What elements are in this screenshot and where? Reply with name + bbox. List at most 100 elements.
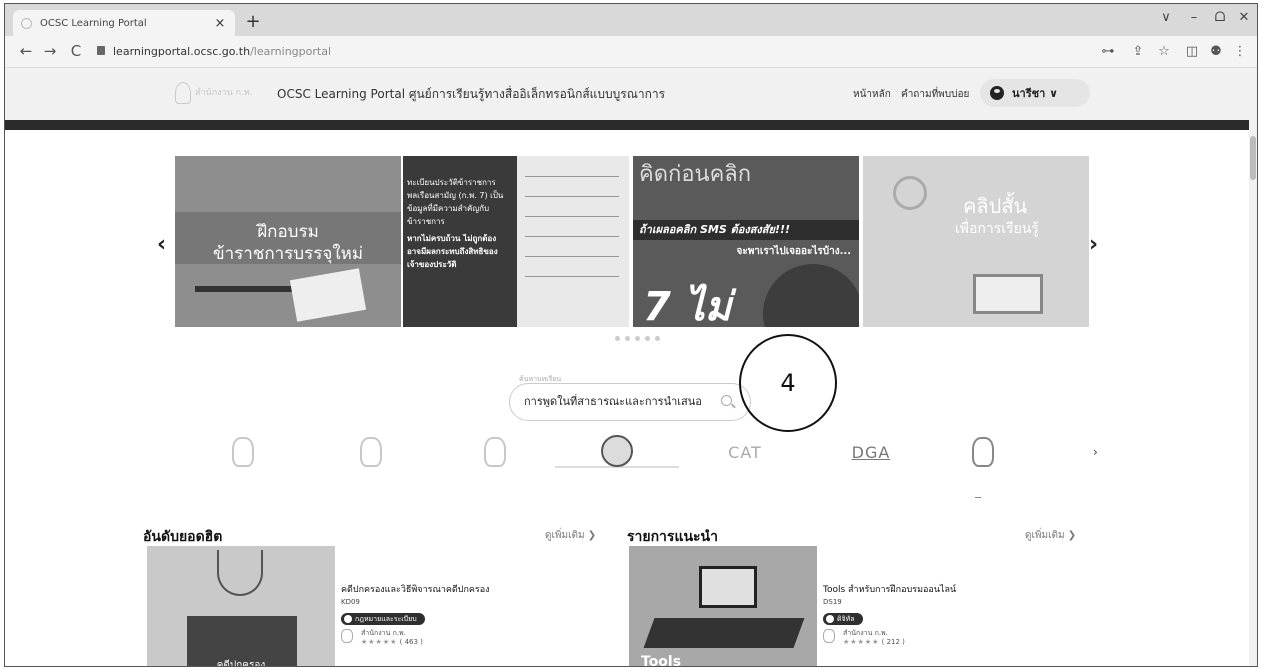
banner2-form-line	[525, 276, 619, 277]
nav-faq-link[interactable]: คำถามที่พบบ่อย	[901, 87, 969, 102]
minimize-button[interactable]: –	[1183, 10, 1205, 25]
carousel-dot[interactable]	[615, 336, 620, 341]
site-title: OCSC Learning Portal ศูนย์การเรียนรู้ทาง…	[277, 87, 666, 101]
banner1-document-icon	[289, 268, 367, 322]
recommended-see-more-link[interactable]: ดูเพิ่มเติม ❯	[1025, 528, 1076, 543]
partner-logo[interactable]	[231, 436, 255, 468]
forward-button[interactable]: →	[41, 42, 59, 60]
new-tab-button[interactable]: +	[243, 11, 263, 32]
partner-logo-cat[interactable]: CAT	[721, 436, 769, 468]
close-window-button[interactable]: ✕	[1233, 10, 1255, 25]
course-card-info: คดีปกครองและวิธีพิจารณาคดีปกครอง KD09 กฎ…	[341, 582, 490, 647]
banner-new-civil-servants[interactable]: ฝึกอบรม ข้าราชการบรรจุใหม่	[175, 156, 401, 327]
search-box[interactable]	[509, 383, 751, 421]
carousel-dot[interactable]	[625, 336, 630, 341]
cat-logo-text: CAT	[728, 442, 762, 462]
nav-home-link[interactable]: หน้าหลัก	[853, 87, 891, 102]
back-button[interactable]: ←	[17, 42, 35, 60]
course-code: KD09	[341, 598, 360, 606]
banner2-text2: หากไม่ครบถ้วน ไม่ถูกต้อง อาจมีผลกระทบถึง…	[407, 234, 498, 269]
ocsc-logo[interactable]: สำนักงาน ก.พ.	[175, 82, 253, 104]
carousel-dot[interactable]	[635, 336, 640, 341]
category-badge: ดิจิทัล	[823, 613, 863, 625]
laptop-icon	[973, 274, 1043, 314]
banner3-subtitle: จะพาเราไปเจออะไรบ้าง...	[736, 246, 851, 257]
divider	[975, 497, 981, 498]
banner-personnel-record[interactable]: ทะเบียนประวัติข้าราชการพลเรือนสามัญ (ก.พ…	[403, 156, 629, 327]
banner3-heading: คิดก่อนคลิก	[639, 162, 752, 187]
restore-button[interactable]: ᗝ	[1209, 10, 1231, 25]
scrollbar-thumb[interactable]	[1250, 136, 1256, 180]
carousel-dots	[615, 336, 660, 341]
partner-logo[interactable]	[971, 436, 995, 468]
popular-section-title: อันดับยอดฮิต	[143, 529, 223, 545]
workstation-graphic	[643, 618, 805, 648]
banner2-form-line	[525, 236, 619, 237]
site-header: สำนักงาน ก.พ. OCSC Learning Portal ศูนย์…	[5, 68, 1251, 120]
search-icon[interactable]	[721, 395, 732, 406]
search-input[interactable]	[524, 394, 714, 407]
step-annotation-circle: 4	[739, 334, 837, 432]
provider-text: สำนักงาน ก.พ. ★★★★★ ( 463 )	[361, 629, 423, 647]
carousel-prev-button[interactable]: ‹	[157, 232, 166, 257]
banner-sms-phishing[interactable]: คิดก่อนคลิก ถ้าเผลอคลิก SMS ต้องสงสัย!!!…	[633, 156, 859, 327]
dga-logo-text: DGA	[851, 442, 891, 462]
profile-icon[interactable]: ⚉	[1207, 44, 1225, 59]
rating-stars: ★★★★★	[361, 638, 398, 646]
provider-emblem-icon	[341, 629, 353, 643]
justice-scale-icon	[217, 550, 263, 596]
url-path: /learningportal	[250, 45, 332, 58]
lightbulb-icon	[893, 176, 927, 210]
partner-logo-active[interactable]	[555, 435, 679, 468]
review-count: ( 212 )	[881, 638, 905, 646]
course-title[interactable]: Tools สำหรับการฝึกอบรมออนไลน์	[823, 582, 956, 596]
tab-close-icon[interactable]: ×	[213, 16, 227, 31]
browser-tab[interactable]: OCSC Learning Portal ×	[13, 10, 235, 36]
banner4-line2: เพื่อการเรียนรู้	[955, 221, 1039, 237]
partner-logo[interactable]	[483, 436, 507, 468]
course-provider: สำนักงาน ก.พ. ★★★★★ ( 212 )	[823, 629, 956, 647]
tab-list-icon[interactable]: ∨	[1155, 10, 1177, 25]
header-divider-band	[5, 120, 1251, 130]
banner2-form-line	[525, 256, 619, 257]
provider-name: สำนักงาน ก.พ.	[361, 629, 406, 637]
reload-button[interactable]: C	[67, 42, 85, 60]
browser-window: OCSC Learning Portal × + ∨ – ᗝ ✕ ← → C l…	[4, 3, 1258, 667]
url-field[interactable]: learningportal.ocsc.go.th/learningportal	[113, 45, 331, 58]
thumbnail-caption: คดีปกครอง	[216, 660, 266, 667]
banner3-seven: 7 ไม่	[643, 284, 732, 327]
banner2-text1: ทะเบียนประวัติข้าราชการพลเรือนสามัญ (ก.พ…	[407, 178, 504, 226]
course-title[interactable]: คดีปกครองและวิธีพิจารณาคดีปกครอง	[341, 582, 490, 596]
ocsc-emblem-icon	[175, 82, 191, 104]
banner2-form-image	[517, 156, 629, 327]
provider-text: สำนักงาน ก.พ. ★★★★★ ( 212 )	[843, 629, 905, 647]
thumbnail-caption: Tools	[641, 654, 682, 667]
emblem-icon	[484, 437, 506, 467]
key-icon[interactable]: ⊶	[1099, 44, 1117, 59]
emblem-icon	[972, 437, 994, 467]
course-thumbnail[interactable]: คดีปกครอง	[147, 546, 335, 667]
banner-short-clips[interactable]: คลิปสั้น เพื่อการเรียนรู้	[863, 156, 1089, 327]
partner-logo[interactable]	[359, 436, 383, 468]
provider-name: สำนักงาน ก.พ.	[843, 629, 888, 637]
partner-logo-dga[interactable]: DGA	[847, 436, 895, 468]
bookmark-star-icon[interactable]: ☆	[1155, 44, 1173, 59]
carousel-dot[interactable]	[655, 336, 660, 341]
tab-strip: OCSC Learning Portal × + ∨ – ᗝ ✕	[5, 4, 1257, 36]
course-thumbnail[interactable]: Tools	[629, 546, 817, 667]
course-code: DS19	[823, 598, 842, 606]
emblem-icon	[360, 437, 382, 467]
provider-emblem-icon	[823, 629, 835, 643]
browser-menu-icon[interactable]: ⋮	[1231, 44, 1249, 59]
partners-next-button[interactable]: ›	[1093, 445, 1098, 459]
popular-see-more-link[interactable]: ดูเพิ่มเติม ❯	[545, 528, 596, 543]
carousel-next-button[interactable]: ›	[1089, 232, 1098, 257]
rating-stars: ★★★★★	[843, 638, 880, 646]
share-icon[interactable]: ⇪	[1129, 44, 1147, 59]
carousel-dot[interactable]	[645, 336, 650, 341]
user-menu-button[interactable]: นารีชา ∨	[980, 79, 1090, 107]
course-card-info: Tools สำหรับการฝึกอบรมออนไลน์ DS19 ดิจิท…	[823, 582, 956, 647]
address-bar: ← → C learningportal.ocsc.go.th/learning…	[5, 36, 1257, 68]
side-panel-icon[interactable]: ◫	[1183, 44, 1201, 59]
tab-title: OCSC Learning Portal	[40, 17, 147, 29]
